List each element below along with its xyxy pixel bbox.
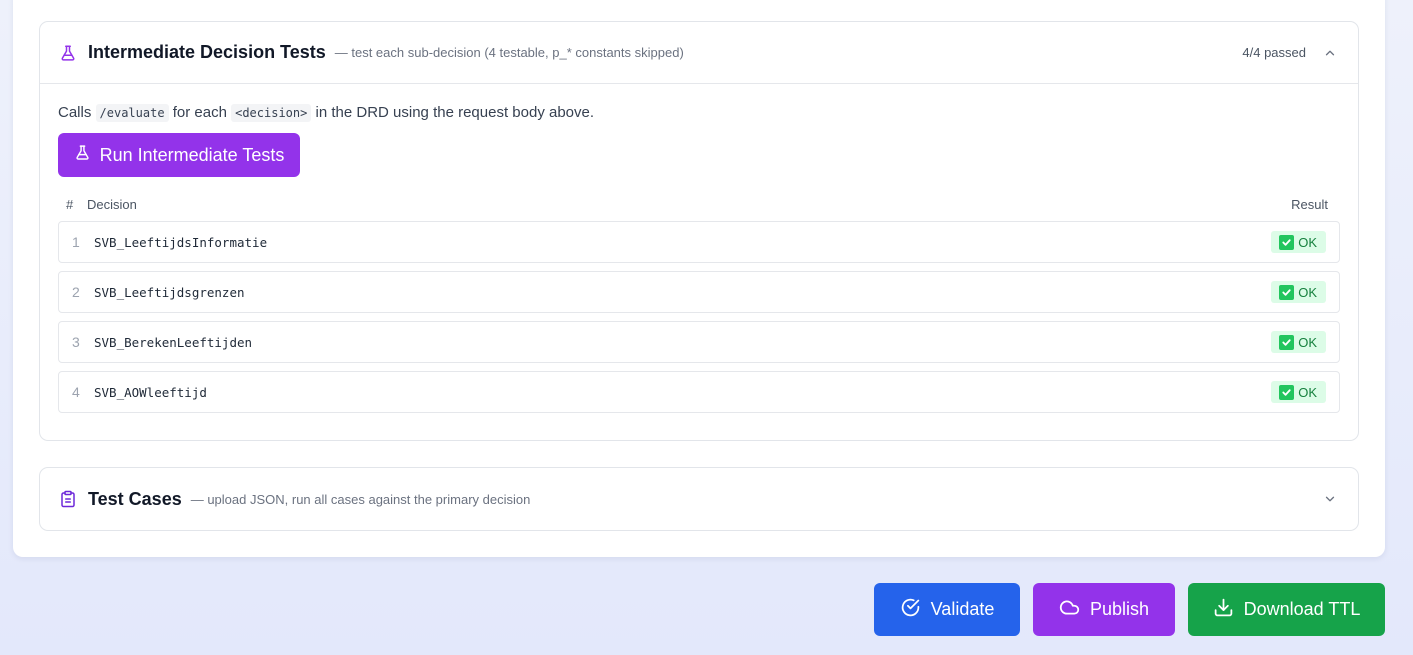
decision-name: SVB_AOWleeftijd xyxy=(94,384,207,400)
intermediate-tests-panel: Intermediate Decision Tests — test each … xyxy=(39,21,1359,441)
publish-button[interactable]: Publish xyxy=(1033,583,1175,636)
table-row: 2 SVB_Leeftijdsgrenzen OK xyxy=(58,271,1340,313)
decision-table: 1 SVB_LeeftijdsInformatie OK 2 SVB_Leeft… xyxy=(58,221,1340,413)
status-badge: OK xyxy=(1271,281,1326,303)
check-mark-icon xyxy=(1279,384,1295,400)
intermediate-tests-subtitle: — test each sub-decision (4 testable, p_… xyxy=(334,45,684,60)
download-ttl-label: Download TTL xyxy=(1243,599,1361,619)
row-number: 2 xyxy=(72,284,80,300)
flask-icon xyxy=(74,144,91,166)
check-mark-icon xyxy=(1279,234,1295,250)
column-header-num: # xyxy=(66,196,74,212)
test-cases-panel: Test Cases — upload JSON, run all cases … xyxy=(39,467,1359,531)
status-badge: OK xyxy=(1271,381,1326,403)
test-cases-subtitle: — upload JSON, run all cases against the… xyxy=(190,491,531,507)
cloud-icon xyxy=(1059,597,1080,623)
row-number: 1 xyxy=(72,234,80,250)
column-header-result: Result xyxy=(1291,196,1328,212)
column-header-decision: Decision xyxy=(87,196,137,212)
test-cases-header[interactable]: Test Cases — upload JSON, run all cases … xyxy=(40,468,1358,530)
check-circle-icon xyxy=(900,597,921,623)
row-number: 3 xyxy=(72,334,80,350)
clipboard-icon xyxy=(58,489,78,509)
chevron-up-icon[interactable] xyxy=(1322,45,1338,61)
action-bar: Validate Publish Download TTL xyxy=(874,583,1385,636)
intermediate-tests-title: Intermediate Decision Tests xyxy=(88,42,326,62)
flask-icon xyxy=(58,43,78,63)
test-cases-title: Test Cases xyxy=(88,488,182,509)
status-badge: OK xyxy=(1271,231,1326,253)
check-mark-icon xyxy=(1279,284,1295,300)
table-row: 4 SVB_AOWleeftijd OK xyxy=(58,371,1340,413)
validate-label: Validate xyxy=(930,599,995,619)
intro-text: Calls /evaluate for each <decision> in t… xyxy=(58,104,595,122)
row-number: 4 xyxy=(72,384,80,400)
chevron-down-icon[interactable] xyxy=(1322,491,1338,507)
status-badge: OK xyxy=(1271,331,1326,353)
check-mark-icon xyxy=(1279,334,1295,350)
table-row: 3 SVB_BerekenLeeftijden OK xyxy=(58,321,1340,363)
download-ttl-button[interactable]: Download TTL xyxy=(1188,583,1385,636)
decision-name: SVB_BerekenLeeftijden xyxy=(94,334,253,350)
table-row: 1 SVB_LeeftijdsInformatie OK xyxy=(58,221,1340,263)
intermediate-tests-header[interactable]: Intermediate Decision Tests — test each … xyxy=(40,22,1358,84)
decision-table-header: # Decision Result xyxy=(58,196,1340,212)
download-icon xyxy=(1213,597,1234,623)
main-card: Intermediate Decision Tests — test each … xyxy=(13,0,1385,557)
passed-count: 4/4 passed xyxy=(1242,45,1306,60)
publish-label: Publish xyxy=(1089,599,1150,619)
validate-button[interactable]: Validate xyxy=(874,583,1020,636)
evaluate-code: /evaluate xyxy=(95,104,169,122)
decision-name: SVB_LeeftijdsInformatie xyxy=(94,234,268,250)
decision-name: SVB_Leeftijdsgrenzen xyxy=(94,284,245,300)
decision-code: <decision> xyxy=(231,104,312,122)
run-intermediate-tests-label: Run Intermediate Tests xyxy=(99,144,285,165)
run-intermediate-tests-button[interactable]: Run Intermediate Tests xyxy=(58,133,300,177)
